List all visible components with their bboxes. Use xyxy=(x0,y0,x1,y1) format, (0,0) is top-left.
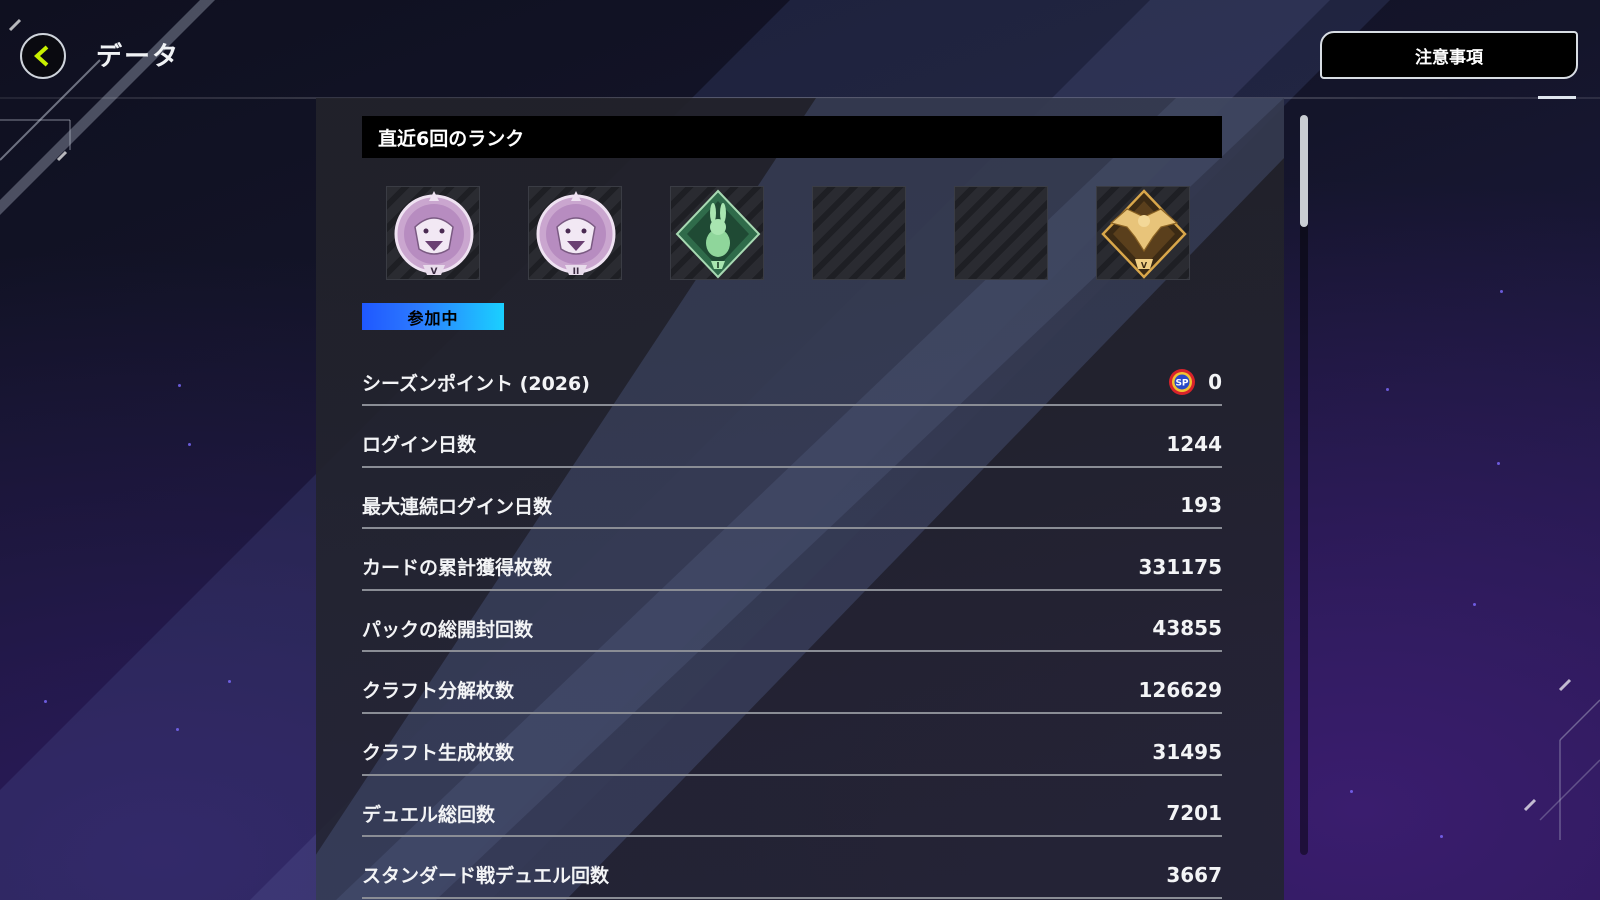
stat-row-packs-opened: パックの総開封回数 43855 xyxy=(362,592,1222,653)
stat-label: カードの累計獲得枚数 xyxy=(362,557,553,580)
stat-value: SP 0 xyxy=(1168,368,1222,396)
rank-slot[interactable]: II xyxy=(528,186,622,280)
rank-numeral: V xyxy=(431,267,438,277)
status-badge: 参加中 xyxy=(362,303,504,330)
stat-row-total-duels: デュエル総回数 7201 xyxy=(362,777,1222,838)
stat-value: 43855 xyxy=(1152,616,1222,641)
rank-numeral: V xyxy=(1141,261,1148,270)
rank-slot[interactable]: V xyxy=(1096,186,1190,280)
rank-slot-empty xyxy=(954,186,1048,280)
rank-numeral: I xyxy=(717,261,720,270)
data-panel[interactable]: 直近6回のランク V II I V 参加中 シーズンポイント (2026) SP… xyxy=(316,98,1284,900)
stat-row-craft-dismantled: クラフト分解枚数 126629 xyxy=(362,654,1222,714)
sparkle xyxy=(1440,835,1443,838)
stat-label: スタンダード戦デュエル回数 xyxy=(362,865,610,888)
sparkle xyxy=(44,700,47,703)
stat-label: 最大連続ログイン日数 xyxy=(362,495,553,518)
stat-value: 126629 xyxy=(1138,677,1223,702)
eagle-rank-icon: V xyxy=(1101,189,1187,279)
sparkle xyxy=(1350,790,1353,793)
rank-history: V II I V xyxy=(386,186,1206,282)
stat-row-craft-created: クラフト生成枚数 31495 xyxy=(362,716,1222,776)
stat-value: 331175 xyxy=(1138,554,1223,579)
rabbit-rank-icon: I xyxy=(675,189,761,279)
header-divider-accent xyxy=(1538,96,1576,99)
stat-row-cards-obtained: カードの累計獲得枚数 331175 xyxy=(362,531,1222,591)
stat-label: デュエル総回数 xyxy=(362,803,496,826)
stat-row-login-days: ログイン日数 1244 xyxy=(362,408,1222,468)
stat-label: クラフト分解枚数 xyxy=(362,680,515,703)
rank-numeral: II xyxy=(573,267,580,277)
stat-value: 31495 xyxy=(1152,739,1222,764)
sparkle xyxy=(176,728,179,731)
stat-row-season-points: シーズンポイント (2026) SP 0 xyxy=(362,346,1222,406)
stat-value: 3667 xyxy=(1166,862,1222,887)
stat-label: クラフト生成枚数 xyxy=(362,742,515,765)
svg-text:SP: SP xyxy=(1176,379,1189,389)
stats-list: シーズンポイント (2026) SP 0 ログイン日数 1244 最大連続ログイ… xyxy=(362,346,1222,900)
back-button[interactable] xyxy=(20,33,66,79)
tiger-rank-icon: II xyxy=(536,191,616,277)
stat-label: シーズンポイント (2026) xyxy=(362,372,590,395)
rank-slot[interactable]: I xyxy=(670,186,764,280)
stat-value: 7201 xyxy=(1166,801,1222,826)
rank-slot[interactable]: V xyxy=(386,186,480,280)
notice-button[interactable]: 注意事項 xyxy=(1320,31,1578,79)
chevron-left-icon xyxy=(34,45,49,67)
sparkle xyxy=(1497,462,1500,465)
sparkle xyxy=(1473,603,1476,606)
stat-row-standard-duels: スタンダード戦デュエル回数 3667 xyxy=(362,839,1222,899)
tiger-rank-icon: V xyxy=(394,191,474,277)
stat-value: 193 xyxy=(1180,493,1222,518)
stat-label: ログイン日数 xyxy=(362,434,477,457)
scroll-thumb[interactable] xyxy=(1300,115,1308,227)
sparkle xyxy=(188,443,191,446)
rank-slot-empty xyxy=(812,186,906,280)
sp-icon: SP xyxy=(1169,369,1196,395)
sparkle xyxy=(178,384,181,387)
sparkle xyxy=(1386,388,1389,391)
stat-row-max-streak: 最大連続ログイン日数 193 xyxy=(362,469,1222,530)
season-points-value: 0 xyxy=(1208,370,1222,394)
page-title: データ xyxy=(96,42,181,72)
top-bar: データ 注意事項 xyxy=(0,0,1600,98)
sparkle xyxy=(228,680,231,683)
stat-label: パックの総開封回数 xyxy=(362,618,534,641)
sparkle xyxy=(1500,290,1503,293)
recent-rank-header: 直近6回のランク xyxy=(362,116,1222,158)
scrollbar[interactable] xyxy=(1300,115,1308,855)
stat-value: 1244 xyxy=(1166,431,1222,456)
